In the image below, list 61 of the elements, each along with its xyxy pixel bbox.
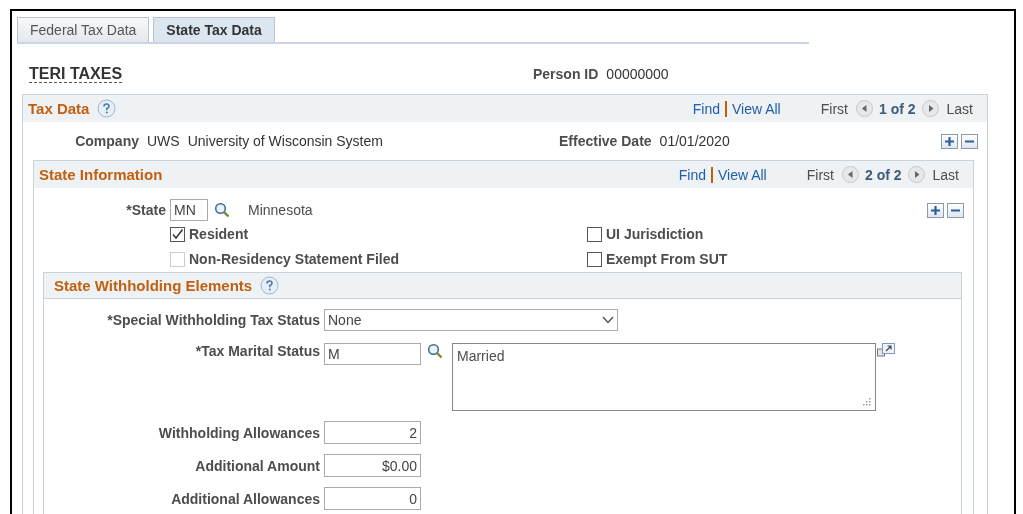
field-label: Additional Amount [194, 457, 320, 474]
dropdown-field[interactable]: None [324, 309, 618, 331]
checkbox-label: Resident [189, 226, 249, 242]
checkbox[interactable] [587, 251, 602, 267]
next-icon[interactable] [907, 166, 925, 183]
state-field[interactable]: MN [170, 199, 208, 221]
first-label: First [820, 100, 848, 117]
delete-row-button[interactable] [961, 133, 978, 149]
field-label: *Tax Marital Status [194, 343, 320, 359]
checkbox-label: Exempt From SUT [606, 251, 728, 267]
field-label: *Special Withholding Tax Status [106, 312, 320, 328]
section-title: State Information [39, 166, 163, 183]
field-label: Effective Date [559, 133, 652, 149]
text-field[interactable]: M [324, 343, 421, 365]
row-counter: 1 of 2 [878, 100, 916, 117]
checkbox-label: Non-Residency Statement Filed [189, 251, 400, 267]
field-label: Person ID [533, 66, 599, 82]
add-row-button[interactable] [927, 202, 944, 218]
employee-name: TERI TAXES [29, 65, 123, 83]
chevron-down-icon [602, 316, 614, 324]
last-label: Last [932, 166, 959, 183]
row-counter: 2 of 2 [864, 166, 902, 183]
checkbox[interactable] [587, 226, 602, 242]
plus-icon [944, 135, 955, 147]
number-field[interactable]: 0 [324, 487, 421, 510]
checkbox[interactable] [170, 226, 185, 242]
number-field[interactable]: $0.00 [324, 454, 421, 477]
plus-icon [930, 204, 941, 216]
field-value: UWS [147, 133, 180, 149]
resize-grip-icon[interactable] [863, 398, 871, 406]
next-icon[interactable] [921, 100, 939, 117]
field-value: Minnesota [248, 202, 313, 218]
find-link[interactable]: Find [678, 166, 706, 183]
search-icon[interactable] [214, 202, 230, 218]
search-icon[interactable] [427, 343, 443, 359]
field-value: 01/01/2020 [659, 133, 730, 149]
field-label: Withholding Allowances [157, 424, 320, 441]
view-all-link[interactable]: View All [731, 100, 781, 117]
field-value: University of Wisconsin System [187, 133, 383, 149]
view-all-link[interactable]: View All [717, 166, 767, 183]
field-value: 00000000 [606, 66, 669, 82]
delete-row-button[interactable] [947, 202, 964, 218]
first-label: First [806, 166, 834, 183]
tab[interactable]: State Tax Data [153, 17, 275, 42]
tab[interactable]: Federal Tax Data [17, 17, 150, 42]
field-label: Company [74, 133, 139, 149]
help-icon[interactable] [97, 99, 117, 118]
expand-icon[interactable] [877, 343, 895, 359]
help-icon[interactable] [260, 276, 280, 295]
previous-icon[interactable] [855, 100, 873, 117]
checkbox-label: UI Jurisdiction [606, 226, 704, 242]
section-title: State Withholding Elements [54, 277, 253, 294]
last-label: Last [946, 100, 973, 117]
find-link[interactable]: Find [692, 100, 720, 117]
number-field[interactable]: 2 [324, 421, 421, 444]
add-row-button[interactable] [941, 133, 958, 149]
field-label: Additional Allowances [170, 490, 320, 507]
section-title: Tax Data [28, 100, 90, 117]
previous-icon[interactable] [841, 166, 859, 183]
description-box[interactable]: Married [452, 343, 876, 411]
field-label: *State [125, 202, 166, 218]
